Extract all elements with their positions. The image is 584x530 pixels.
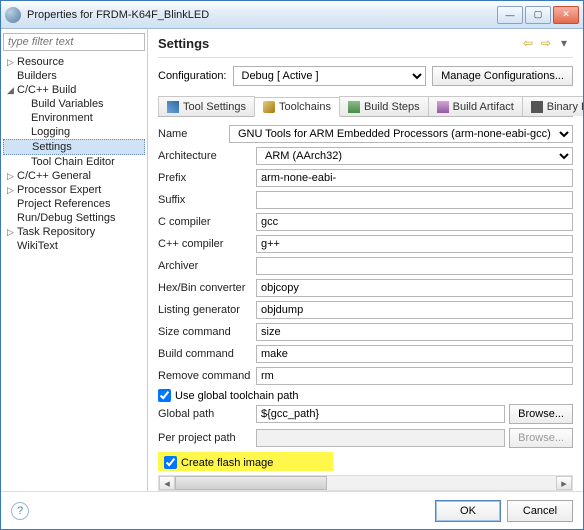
config-select[interactable]: Debug [ Active ] xyxy=(233,66,427,86)
tree-toolchain-editor[interactable]: Tool Chain Editor xyxy=(3,155,145,169)
toolchain-icon xyxy=(263,101,275,113)
manage-configurations-button[interactable]: Manage Configurations... xyxy=(432,66,573,86)
create-flash-checkbox[interactable] xyxy=(164,456,177,469)
back-button[interactable]: ⇦ xyxy=(519,35,537,51)
wrench-icon xyxy=(167,101,179,113)
help-icon[interactable]: ? xyxy=(11,502,29,520)
forward-button[interactable]: ⇨ xyxy=(537,35,555,51)
page-title: Settings xyxy=(158,36,519,51)
steps-icon xyxy=(348,101,360,113)
size-label: Size command xyxy=(158,326,256,338)
listing-label: Listing generator xyxy=(158,304,256,316)
c-compiler-label: C compiler xyxy=(158,216,256,228)
perproject-path-input xyxy=(256,429,505,447)
tree-processor-expert[interactable]: ▷Processor Expert xyxy=(3,183,145,197)
maximize-button[interactable]: ▢ xyxy=(525,6,551,24)
build-command-input[interactable] xyxy=(256,345,573,363)
name-label: Name xyxy=(158,128,229,140)
architecture-label: Architecture xyxy=(158,150,256,162)
tree-ccbuild[interactable]: ◢C/C++ Build xyxy=(3,83,145,97)
global-path-input[interactable] xyxy=(256,405,505,423)
suffix-input[interactable] xyxy=(256,191,573,209)
scroll-right-icon[interactable]: ▸ xyxy=(556,476,572,490)
tree-rundebug[interactable]: Run/Debug Settings xyxy=(3,211,145,225)
binary-icon xyxy=(531,101,543,113)
filter-input[interactable] xyxy=(3,33,145,51)
scroll-left-icon[interactable]: ◂ xyxy=(159,476,175,490)
horizontal-scrollbar[interactable]: ◂ ▸ xyxy=(158,475,573,491)
artifact-icon xyxy=(437,101,449,113)
cancel-button[interactable]: Cancel xyxy=(507,500,573,522)
ok-button[interactable]: OK xyxy=(435,500,501,522)
tree-ccgeneral[interactable]: ▷C/C++ General xyxy=(3,169,145,183)
tab-build-steps[interactable]: Build Steps xyxy=(339,96,429,116)
tab-tool-settings[interactable]: Tool Settings xyxy=(158,96,255,116)
tree-wikitext[interactable]: WikiText xyxy=(3,239,145,253)
create-flash-label: Create flash image xyxy=(181,457,273,469)
tree-resource[interactable]: ▷Resource xyxy=(3,55,145,69)
global-browse-button[interactable]: Browse... xyxy=(509,404,573,424)
build-command-label: Build command xyxy=(158,348,256,360)
window-title: Properties for FRDM-K64F_BlinkLED xyxy=(27,9,497,21)
tree-project-refs[interactable]: Project References xyxy=(3,197,145,211)
tab-binary-parsers[interactable]: Binary Parsers xyxy=(522,96,583,116)
remove-command-input[interactable] xyxy=(256,367,573,385)
app-icon xyxy=(5,7,21,23)
c-compiler-input[interactable] xyxy=(256,213,573,231)
scrollbar-thumb[interactable] xyxy=(175,476,327,490)
hexbin-input[interactable] xyxy=(256,279,573,297)
suffix-label: Suffix xyxy=(158,194,256,206)
cpp-compiler-label: C++ compiler xyxy=(158,238,256,250)
tab-toolchains[interactable]: Toolchains xyxy=(254,97,340,117)
name-select[interactable]: GNU Tools for ARM Embedded Processors (a… xyxy=(229,125,573,143)
cpp-compiler-input[interactable] xyxy=(256,235,573,253)
tree-build-variables[interactable]: Build Variables xyxy=(3,97,145,111)
prefix-label: Prefix xyxy=(158,172,256,184)
use-global-checkbox[interactable] xyxy=(158,389,171,402)
remove-command-label: Remove command xyxy=(158,370,256,382)
tree-task-repo[interactable]: ▷Task Repository xyxy=(3,225,145,239)
prefix-input[interactable] xyxy=(256,169,573,187)
minimize-button[interactable]: — xyxy=(497,6,523,24)
tab-build-artifact[interactable]: Build Artifact xyxy=(428,96,523,116)
tree-environment[interactable]: Environment xyxy=(3,111,145,125)
perproject-browse-button: Browse... xyxy=(509,428,573,448)
close-button[interactable]: ✕ xyxy=(553,6,579,24)
hexbin-label: Hex/Bin converter xyxy=(158,282,256,294)
highlighted-options: Create flash image Create extended listi… xyxy=(158,452,333,471)
use-global-label: Use global toolchain path xyxy=(175,390,299,402)
archiver-label: Archiver xyxy=(158,260,256,272)
tree-builders[interactable]: Builders xyxy=(3,69,145,83)
perproject-path-label: Per project path xyxy=(158,432,256,444)
navigation-tree: ▷Resource Builders ◢C/C++ Build Build Va… xyxy=(1,29,148,491)
global-path-label: Global path xyxy=(158,408,256,420)
tree-settings[interactable]: Settings xyxy=(3,139,145,155)
tree-logging[interactable]: Logging xyxy=(3,125,145,139)
menu-dropdown-icon[interactable]: ▾ xyxy=(555,35,573,51)
archiver-input[interactable] xyxy=(256,257,573,275)
size-input[interactable] xyxy=(256,323,573,341)
listing-input[interactable] xyxy=(256,301,573,319)
architecture-select[interactable]: ARM (AArch32) xyxy=(256,147,573,165)
config-label: Configuration: xyxy=(158,70,227,82)
